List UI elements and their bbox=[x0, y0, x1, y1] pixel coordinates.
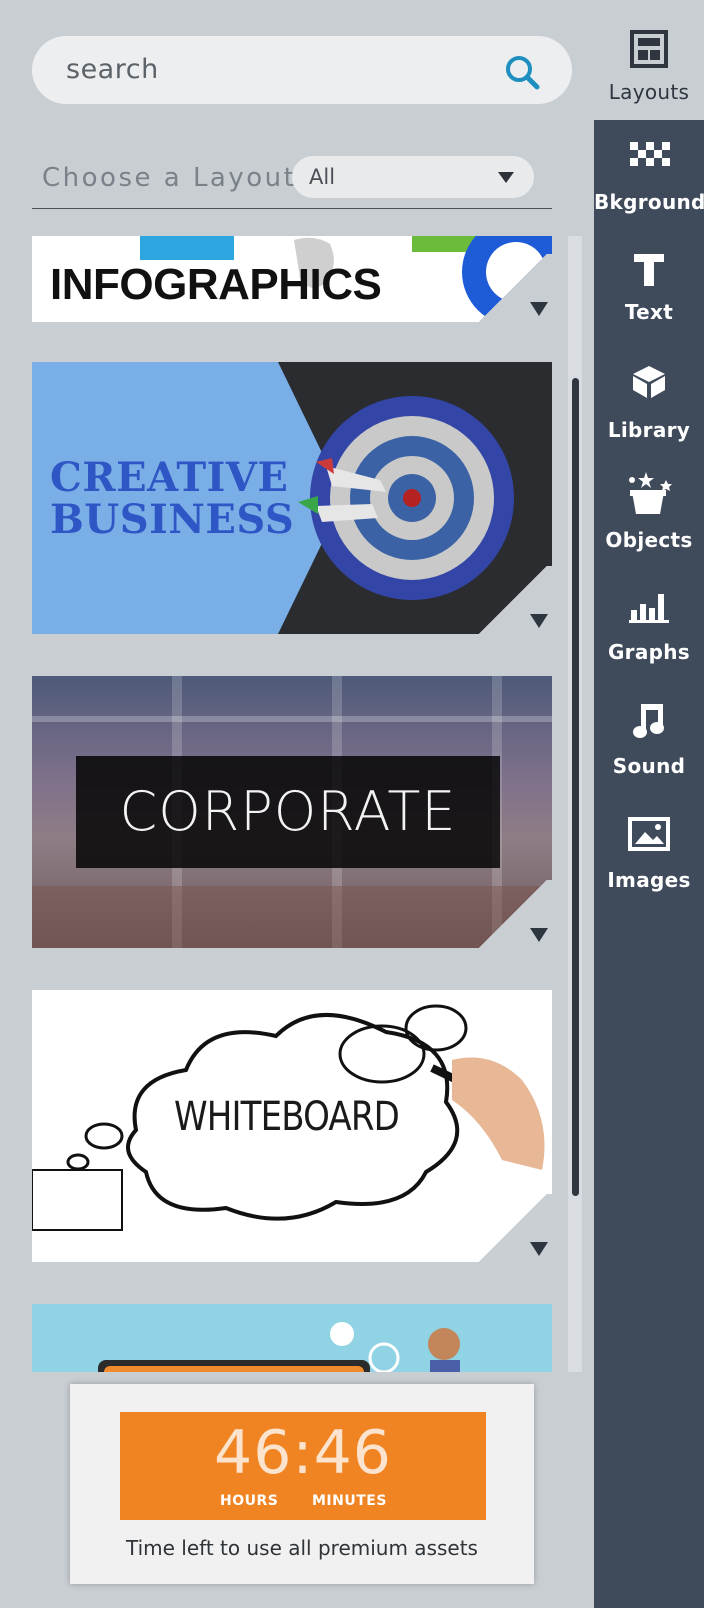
tool-sidebar: Layouts Bkground Text Library Objects Gr… bbox=[594, 0, 704, 1608]
layout-title: CORPORATE bbox=[119, 780, 457, 843]
layout-list[interactable]: INFOGRAPHICS CREATIVE BUSINESS CORPORATE… bbox=[32, 236, 552, 1372]
divider bbox=[32, 208, 552, 209]
sidebar-item-label: Library bbox=[607, 418, 691, 442]
timer-note: Time left to use all premium assets bbox=[126, 1536, 478, 1560]
sidebar-item-background[interactable]: Bkground bbox=[594, 140, 704, 250]
sidebar-item-label: Bkground bbox=[594, 190, 704, 214]
search-icon[interactable] bbox=[502, 52, 542, 92]
card-menu-arrow-icon[interactable] bbox=[530, 928, 548, 942]
sound-icon bbox=[633, 704, 664, 738]
layout-title-line2: BUSINESS bbox=[50, 496, 295, 543]
card-menu-arrow-icon[interactable] bbox=[530, 1242, 548, 1256]
sidebar-item-library[interactable]: Library bbox=[594, 364, 704, 474]
layout-card-whiteboard[interactable]: WHITEBOARD bbox=[32, 990, 552, 1262]
layout-title: INFOGRAPHICS bbox=[50, 260, 382, 309]
layout-filter-select[interactable]: All bbox=[292, 156, 534, 198]
sidebar-item-label: Layouts bbox=[608, 80, 690, 104]
layout-title: WHITEBOARD bbox=[174, 1094, 400, 1140]
background-icon bbox=[630, 142, 670, 166]
chevron-down-icon bbox=[498, 172, 514, 183]
sidebar-item-label: Graphs bbox=[607, 640, 691, 664]
sidebar-item-sound[interactable]: Sound bbox=[594, 702, 704, 812]
corporate-banner: CORPORATE bbox=[76, 756, 500, 868]
layout-card-next[interactable] bbox=[32, 1304, 552, 1372]
sidebar-item-label: Sound bbox=[612, 754, 686, 778]
choose-layout-label: Choose a Layout bbox=[42, 163, 297, 193]
images-icon bbox=[628, 817, 670, 851]
scrollbar-thumb[interactable] bbox=[572, 378, 579, 1196]
sidebar-item-images[interactable]: Images bbox=[594, 816, 704, 926]
next-layout-bar-inner bbox=[104, 1366, 364, 1372]
layout-card-creative-business[interactable]: CREATIVE BUSINESS bbox=[32, 362, 552, 634]
layout-card-corporate[interactable]: CORPORATE bbox=[32, 676, 552, 948]
search-placeholder: search bbox=[66, 54, 159, 85]
premium-timer-panel: 46:46 HOURS MINUTES Time left to use all… bbox=[70, 1384, 534, 1584]
sidebar-item-layouts[interactable]: Layouts bbox=[594, 28, 704, 138]
search-input[interactable]: search bbox=[32, 36, 572, 104]
sidebar-item-label: Objects bbox=[605, 528, 693, 552]
layout-card-infographics[interactable]: INFOGRAPHICS bbox=[32, 236, 552, 322]
layout-title-line1: CREATIVE bbox=[50, 454, 289, 501]
sidebar-item-graphs[interactable]: Graphs bbox=[594, 590, 704, 700]
timer-value: 46:46 bbox=[214, 1418, 392, 1488]
library-icon bbox=[633, 366, 665, 398]
timer-display[interactable]: 46:46 HOURS MINUTES bbox=[120, 1412, 486, 1520]
layout-filter-value: All bbox=[309, 165, 336, 189]
sidebar-item-objects[interactable]: Objects bbox=[594, 470, 704, 580]
hours-label: HOURS bbox=[220, 1493, 279, 1509]
layout-panel: search Choose a Layout All INFOGRAPHICS bbox=[0, 0, 594, 1608]
card-menu-arrow-icon[interactable] bbox=[530, 302, 548, 316]
sidebar-item-label: Text bbox=[624, 300, 674, 324]
layouts-icon bbox=[630, 30, 668, 68]
minutes-label: MINUTES bbox=[312, 1493, 387, 1509]
graphs-icon bbox=[629, 594, 669, 623]
text-icon bbox=[634, 254, 664, 286]
objects-icon bbox=[629, 472, 672, 514]
card-menu-arrow-icon[interactable] bbox=[530, 614, 548, 628]
sidebar-item-label: Images bbox=[607, 868, 691, 892]
sidebar-item-text[interactable]: Text bbox=[594, 252, 704, 362]
